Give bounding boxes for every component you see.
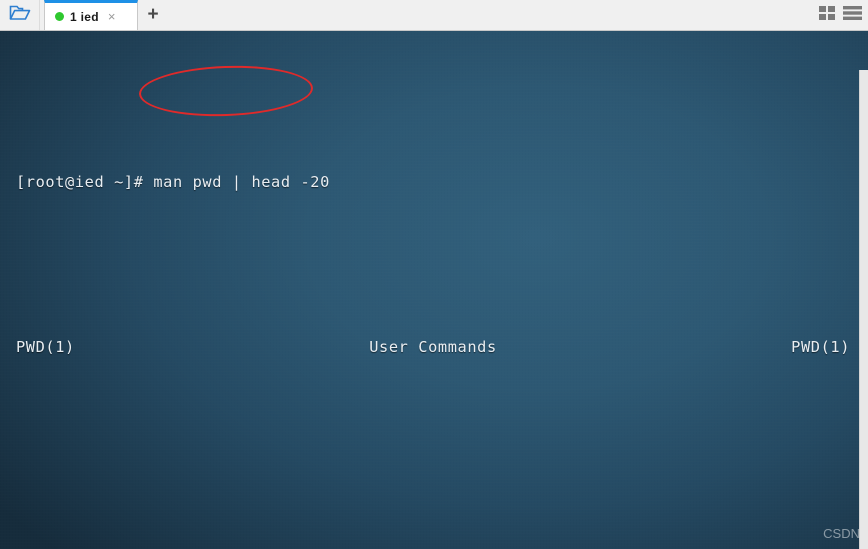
tab-bar: 1 ied × + [0,0,868,31]
new-tab-button[interactable]: + [138,0,168,30]
terminal-tab-1[interactable]: 1 ied × [44,0,138,30]
open-folder-button[interactable] [0,0,40,30]
tab-label: 1 ied [70,9,99,24]
terminal-app-window: 1 ied × + [root@ied ~]# man pwd | head -… [0,0,868,549]
tab-bar-right-controls [819,0,868,30]
man-header-center: User Commands [369,338,497,356]
vertical-scrollbar[interactable] [859,70,868,549]
hamburger-menu-button[interactable] [843,5,862,26]
shell-prompt: [root@ied ~]# [16,173,144,191]
panel-layout-button[interactable] [819,5,836,26]
panel-layout-icon [819,5,836,26]
typed-command: man pwd | head -20 [153,173,330,191]
man-header-right: PWD(1) [791,338,850,356]
man-line [16,496,850,529]
man-page-body: NAME pwd - print name of current/working… [16,496,850,549]
close-icon[interactable]: × [108,10,116,23]
tab-status-dot [55,12,64,21]
hamburger-menu-icon [843,5,862,26]
terminal-screen[interactable]: [root@ied ~]# man pwd | head -20 PWD(1) … [0,31,868,549]
man-header-row: PWD(1) User Commands PWD(1) [16,331,850,364]
open-folder-icon [9,4,31,26]
command-line-row: [root@ied ~]# man pwd | head -20 [16,166,850,199]
man-line [16,529,850,549]
terminal-output: [root@ied ~]# man pwd | head -20 PWD(1) … [16,34,850,549]
man-header-left: PWD(1) [16,338,75,356]
